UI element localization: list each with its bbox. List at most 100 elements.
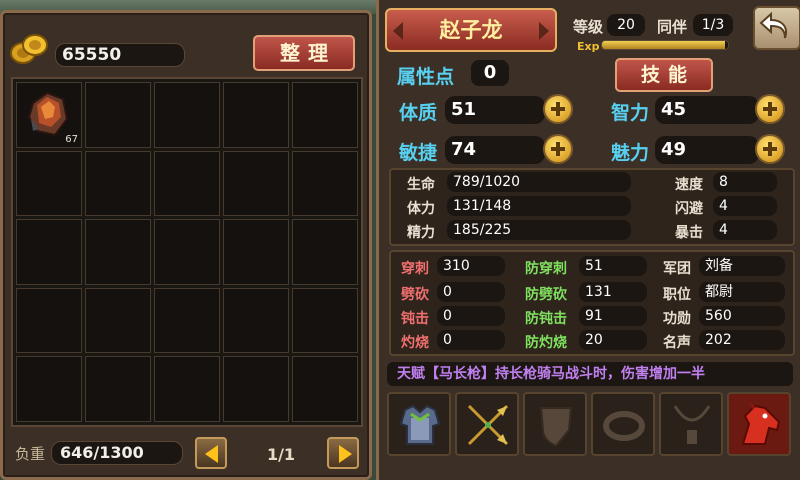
skill-button[interactable]: 技能 (615, 58, 713, 92)
armor-icon (399, 404, 441, 445)
character-name: 赵子龙 (439, 18, 503, 42)
inventory-slot[interactable] (85, 356, 151, 422)
inventory-slot[interactable] (154, 150, 220, 217)
secondary-label-speed: 速度 (675, 177, 703, 193)
defense-label-pierce: 防穿刺 (525, 261, 567, 277)
talent-description: 天赋【马长枪】持长枪骑马战斗时，伤害增加一半 (387, 362, 793, 386)
inventory-slot[interactable] (16, 219, 82, 285)
inventory-slot[interactable] (16, 150, 82, 217)
stat-value-intelligence: 45 (655, 96, 759, 124)
inventory-slot[interactable] (292, 287, 358, 354)
gold-amount: 65550 (55, 43, 185, 67)
level-label: 等级 (573, 18, 604, 36)
next-page-button[interactable] (327, 437, 359, 469)
equip-slot-mount[interactable] (727, 392, 791, 456)
inventory-slot[interactable] (292, 82, 358, 148)
bracelet-icon (603, 411, 645, 441)
defense-value-pierce: 51 (579, 256, 647, 276)
secondary-value-dodge: 4 (713, 196, 777, 216)
stat-label-agility: 敏捷 (399, 142, 438, 164)
vital-value-stamina: 131/148 (447, 196, 631, 216)
attack-value-burn: 0 (437, 330, 505, 350)
equip-slot-amulet[interactable] (659, 392, 723, 456)
equip-slot-weapon[interactable] (455, 392, 519, 456)
inventory-slot[interactable] (154, 356, 220, 422)
page-indicator: 1/1 (266, 445, 296, 464)
inventory-slot[interactable] (292, 150, 358, 217)
gold-coin-icon (10, 34, 48, 64)
secondary-value-speed: 8 (713, 172, 777, 192)
inventory-slot[interactable] (223, 150, 289, 217)
inventory-slot[interactable] (85, 82, 151, 148)
defense-value-slash: 131 (579, 282, 647, 302)
stat-value-charisma: 49 (655, 136, 759, 164)
stat-label-charisma: 魅力 (611, 142, 650, 164)
inventory-slot[interactable] (154, 287, 220, 354)
inventory-grid: 67 (11, 77, 363, 427)
item-count: 67 (65, 133, 78, 145)
ornament-right-icon (539, 22, 549, 40)
inventory-slot[interactable] (292, 219, 358, 285)
equip-slot-ring[interactable] (591, 392, 655, 456)
add-intelligence-button[interactable] (755, 94, 785, 124)
companion-label: 同伴 (657, 18, 688, 36)
sort-button[interactable]: 整理 (253, 35, 355, 71)
inventory-slot[interactable] (292, 356, 358, 422)
add-agility-button[interactable] (543, 134, 573, 164)
horse-icon (741, 402, 781, 445)
necklace-icon (673, 405, 711, 444)
info-value-fame: 202 (699, 330, 785, 350)
secondary-label-dodge: 闪避 (675, 201, 703, 217)
info-value-army: 刘备 (699, 256, 785, 276)
inventory-slot[interactable] (16, 287, 82, 354)
info-label-army: 军团 (663, 261, 691, 277)
vital-value-hp: 789/1020 (447, 172, 631, 192)
level-value: 20 (607, 14, 645, 36)
stat-value-agility: 74 (445, 136, 545, 164)
prev-page-button[interactable] (195, 437, 227, 469)
inventory-slot[interactable] (16, 356, 82, 422)
defense-label-blunt: 防钝击 (525, 311, 567, 327)
inventory-slot[interactable]: 67 (16, 82, 82, 148)
defense-label-burn: 防灼烧 (525, 335, 567, 351)
return-arrow-icon (759, 11, 787, 39)
defense-value-blunt: 91 (579, 306, 647, 326)
stat-label-intelligence: 智力 (611, 102, 650, 124)
inventory-slot[interactable] (223, 82, 289, 148)
info-value-merit: 560 (699, 306, 785, 326)
attribute-points-label: 属性点 (397, 66, 455, 88)
stat-label-constitution: 体质 (399, 102, 438, 124)
companion-value: 1/3 (693, 14, 733, 36)
vital-label-energy: 精力 (407, 225, 435, 241)
inventory-slot[interactable] (223, 219, 289, 285)
secondary-value-crit: 4 (713, 220, 777, 240)
ornament-left-icon (393, 22, 403, 40)
add-charisma-button[interactable] (755, 134, 785, 164)
attack-label-burn: 灼烧 (401, 335, 429, 351)
inventory-slot[interactable] (154, 82, 220, 148)
equip-slot-shield[interactable] (523, 392, 587, 456)
inventory-slot[interactable] (154, 219, 220, 285)
back-button[interactable] (753, 6, 800, 50)
exp-bar-fill (602, 41, 726, 49)
attribute-points-value: 0 (471, 60, 509, 86)
shield-icon (539, 407, 573, 448)
attack-label-slash: 劈砍 (401, 287, 429, 303)
inventory-slot[interactable] (223, 356, 289, 422)
weight-value: 646/1300 (51, 441, 183, 465)
vital-value-energy: 185/225 (447, 220, 631, 240)
exp-bar (601, 40, 729, 50)
inventory-slot[interactable] (85, 219, 151, 285)
equip-slot-armor[interactable] (387, 392, 451, 456)
inventory-slot[interactable] (85, 287, 151, 354)
exp-label: Exp (577, 40, 600, 53)
info-value-rank: 都尉 (699, 282, 785, 302)
vital-label-hp: 生命 (407, 177, 435, 193)
info-label-fame: 名声 (663, 335, 691, 351)
add-constitution-button[interactable] (543, 94, 573, 124)
inventory-slot[interactable] (85, 150, 151, 217)
inventory-slot[interactable] (223, 287, 289, 354)
attack-label-blunt: 钝击 (401, 311, 429, 327)
right-arrow-icon (339, 445, 352, 463)
ore-item-icon (27, 91, 69, 137)
